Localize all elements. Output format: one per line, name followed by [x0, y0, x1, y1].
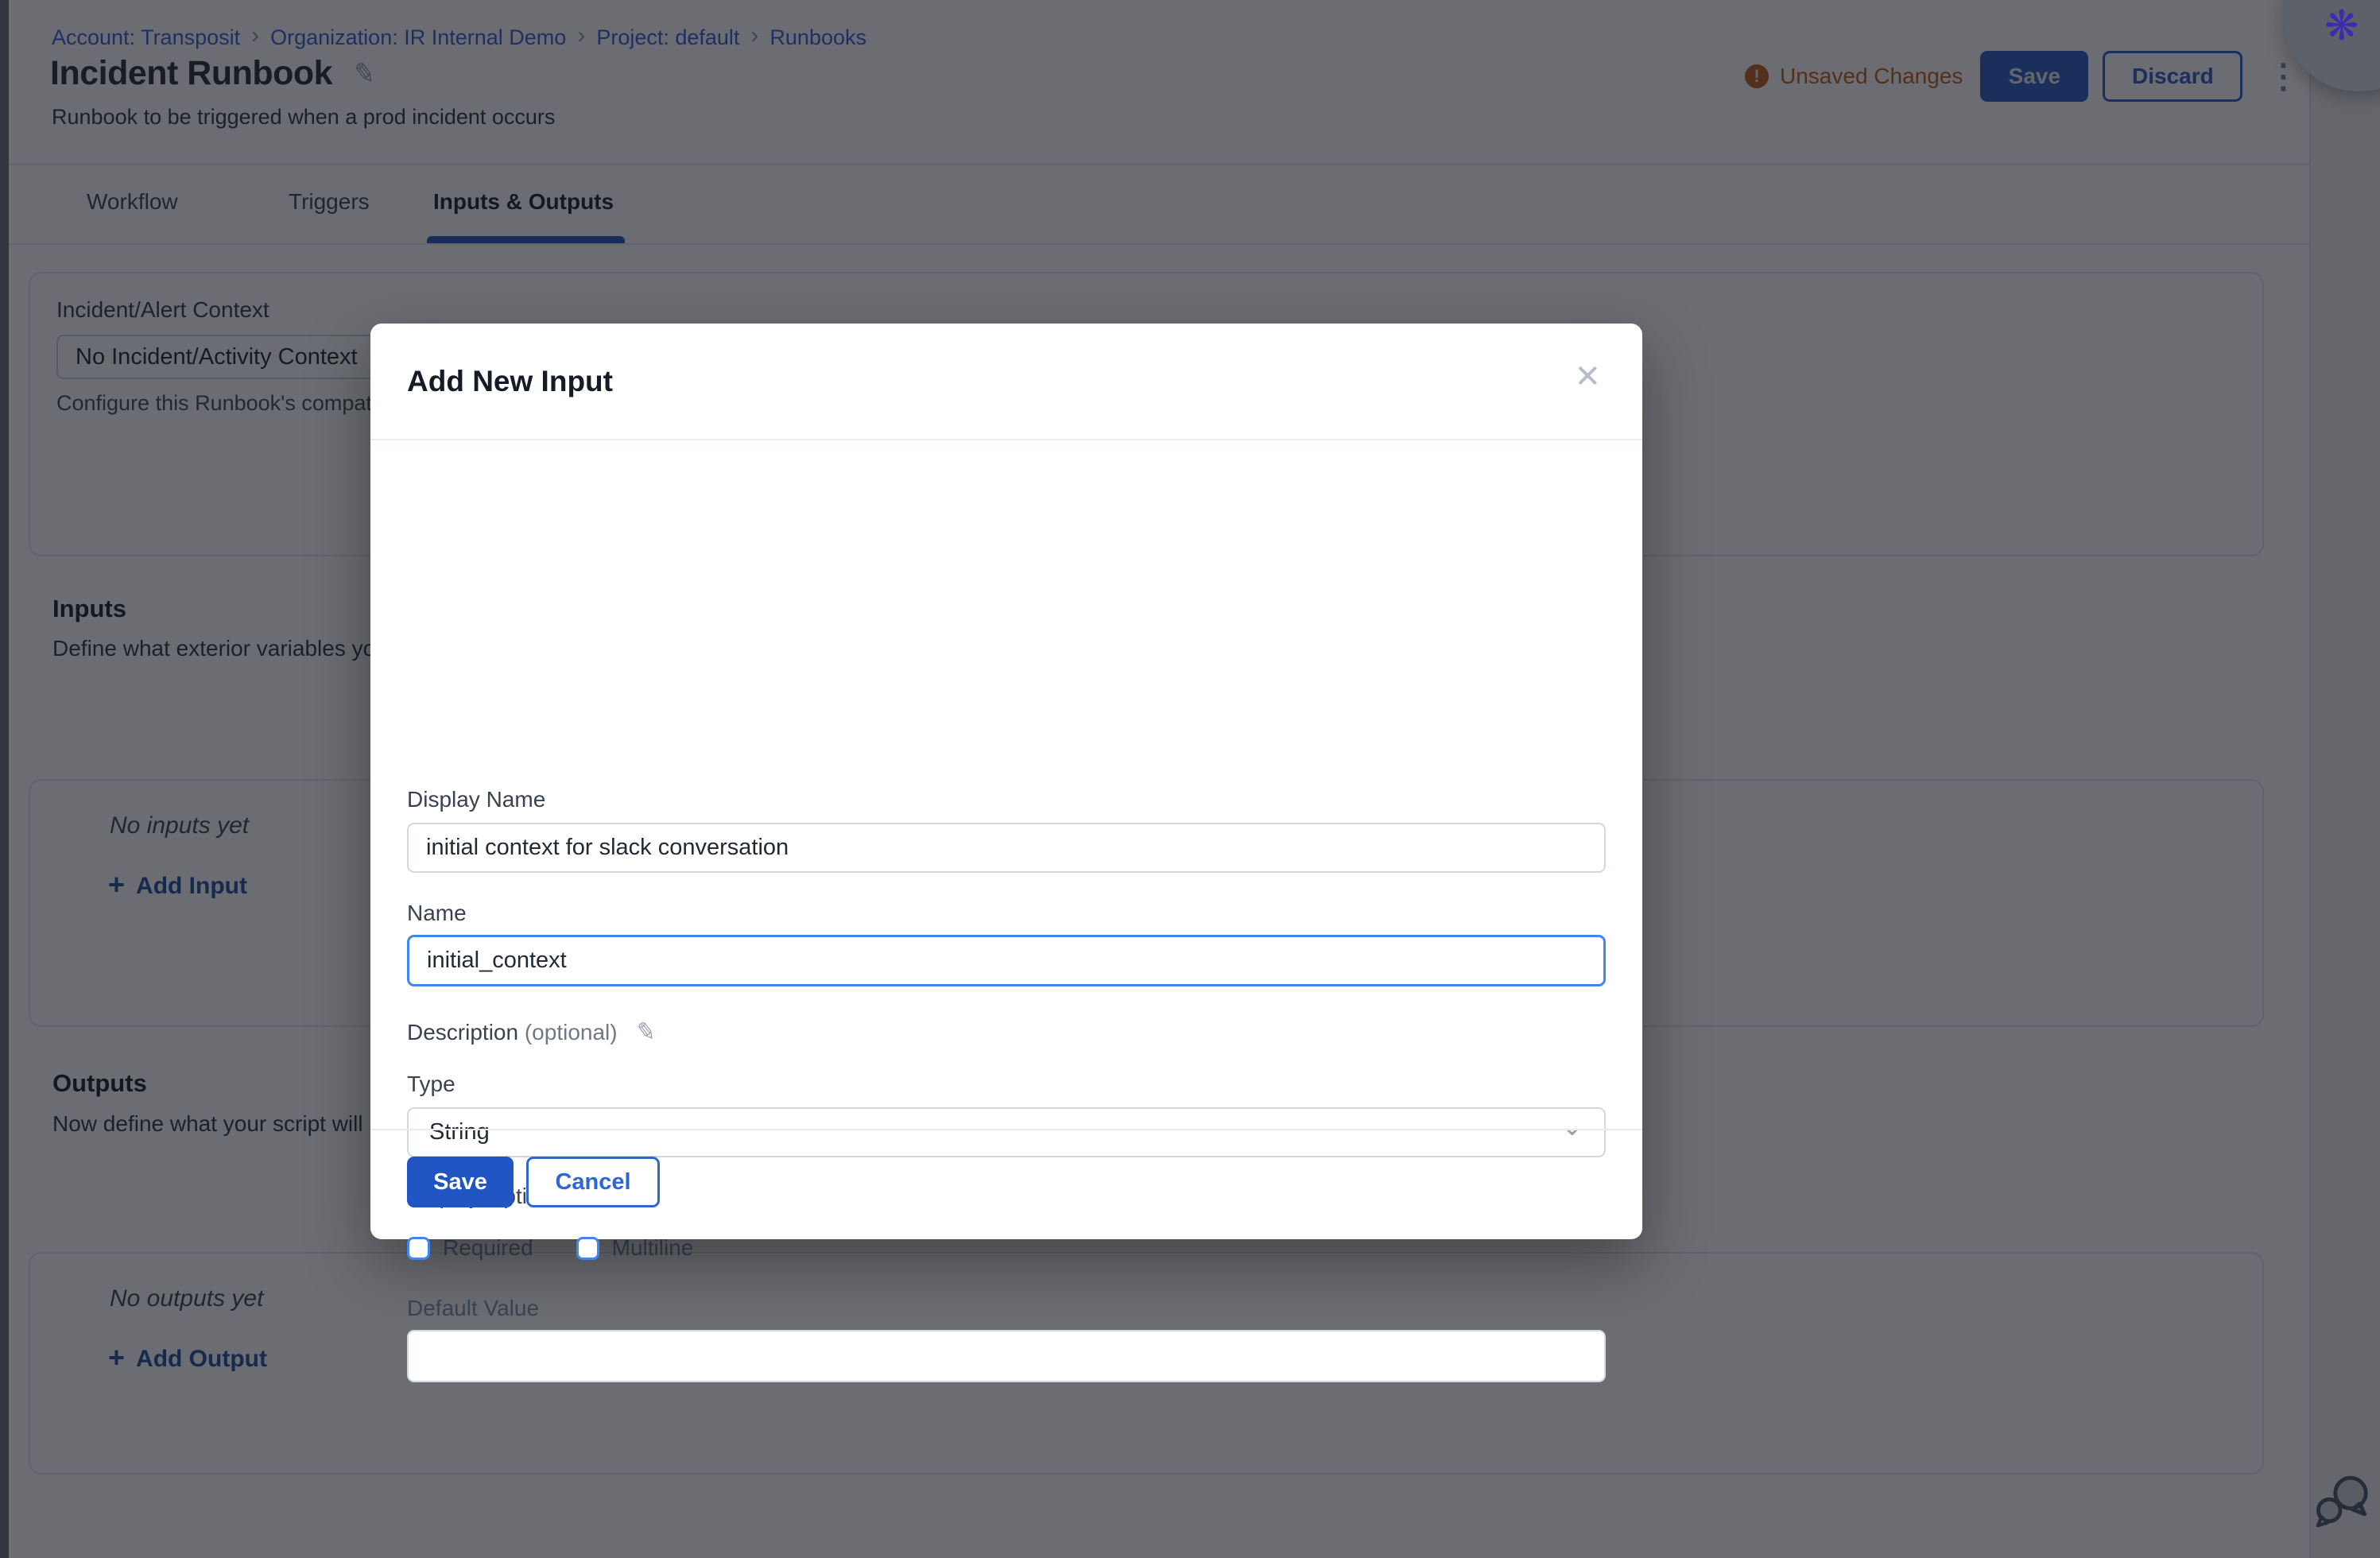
chat-fab[interactable]: [2312, 1472, 2374, 1533]
modal-footer-divider: [370, 1129, 1642, 1130]
type-label: Type: [407, 1072, 455, 1097]
description-label: Description (optional) ✎: [407, 1018, 657, 1046]
modal-header-divider: [370, 439, 1642, 440]
type-select-value: String: [429, 1119, 490, 1145]
chat-bubbles-icon: [2312, 1472, 2374, 1529]
edit-description-icon[interactable]: ✎: [634, 1017, 658, 1047]
modal-save-button[interactable]: Save: [407, 1157, 514, 1207]
flower-icon: ❋: [2324, 2, 2359, 50]
default-value-input[interactable]: [407, 1330, 1606, 1382]
required-option: Required: [407, 1235, 533, 1261]
display-name-input[interactable]: [407, 823, 1606, 873]
display-name-label: Display Name: [407, 787, 545, 812]
add-new-input-modal: Add New Input ✕ Display Name Name Descri…: [370, 324, 1642, 1239]
modal-cancel-button[interactable]: Cancel: [526, 1157, 660, 1207]
multiline-label: Multiline: [612, 1235, 694, 1261]
required-label: Required: [443, 1235, 533, 1261]
chevron-down-icon: ⌄: [1561, 1110, 1584, 1142]
modal-title: Add New Input: [407, 365, 613, 398]
default-value-label: Default Value: [407, 1296, 539, 1321]
close-icon[interactable]: ✕: [1574, 358, 1601, 395]
multiline-checkbox[interactable]: [576, 1237, 599, 1260]
name-label: Name: [407, 901, 467, 926]
multiline-option: Multiline: [576, 1235, 694, 1261]
name-input[interactable]: [407, 935, 1606, 986]
display-options-row: Required Multiline: [407, 1235, 693, 1261]
required-checkbox[interactable]: [407, 1237, 430, 1260]
type-select[interactable]: String ⌄: [407, 1107, 1606, 1157]
app-window: Account: Transposit › Organization: IR I…: [0, 0, 2380, 1558]
